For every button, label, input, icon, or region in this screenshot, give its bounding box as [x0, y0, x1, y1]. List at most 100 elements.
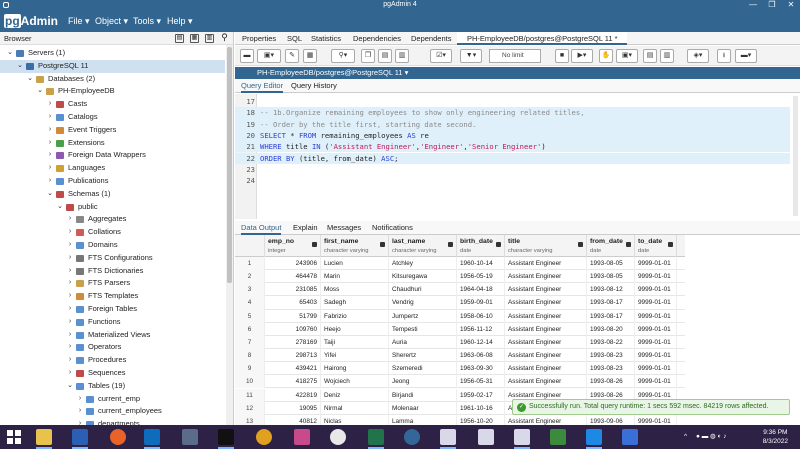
close-button[interactable]: ✕ — [782, 0, 800, 10]
chevron-right-icon[interactable]: › — [66, 316, 74, 329]
table-cell[interactable]: 1960-10-14 — [457, 257, 505, 271]
table-cell[interactable]: Sherertz — [389, 349, 457, 363]
table-cell[interactable]: 9999-01-01 — [635, 270, 677, 284]
delete-icon[interactable]: ▥ — [395, 49, 409, 63]
chrome-icon[interactable] — [256, 429, 272, 445]
chevron-down-icon[interactable]: ⌄ — [66, 380, 74, 393]
code-line[interactable]: 17 — [235, 96, 790, 107]
code-line[interactable]: 24 — [235, 175, 790, 186]
table-cell[interactable]: 9999-01-01 — [635, 335, 677, 350]
row-number[interactable]: 9 — [235, 362, 265, 376]
menu-tools[interactable]: Tools ▾ — [133, 14, 161, 28]
tree-item[interactable]: › Operators — [0, 341, 225, 354]
chevron-right-icon[interactable]: › — [76, 418, 84, 425]
firefox-icon[interactable] — [110, 429, 126, 445]
tab-query-editor[interactable]: Query Editor — [241, 79, 284, 93]
tab-dependents[interactable]: Dependents — [411, 32, 451, 45]
table-cell[interactable]: 1963-06-08 — [457, 349, 505, 363]
table-cell[interactable]: 439421 — [265, 362, 321, 376]
tree-item[interactable]: › Foreign Tables — [0, 303, 225, 316]
tree-item[interactable]: › departments — [0, 418, 225, 425]
chevron-down-icon[interactable]: ⌄ — [36, 85, 44, 98]
table-cell[interactable]: 9999-01-01 — [635, 362, 677, 376]
chevron-right-icon[interactable]: › — [66, 213, 74, 226]
tab-explain[interactable]: Explain — [293, 221, 318, 235]
chevron-down-icon[interactable]: ⌄ — [26, 73, 34, 86]
menu-help[interactable]: Help ▾ — [167, 14, 193, 28]
table-cell[interactable]: 1959-02-17 — [457, 388, 505, 402]
table-cell[interactable]: Hairong — [321, 362, 389, 376]
tree-item[interactable]: › Sequences — [0, 367, 225, 380]
terminal-icon[interactable] — [218, 429, 234, 449]
view-data-icon[interactable]: ▦ — [190, 34, 199, 43]
connection-bar[interactable]: PH-EmployeeDB/postgres@PostgreSQL 11 ▾ — [235, 67, 800, 79]
tree-item[interactable]: › Extensions — [0, 137, 225, 150]
grid-corner[interactable] — [235, 235, 265, 257]
macros-icon[interactable]: ▬▾ — [735, 49, 757, 63]
chevron-right-icon[interactable]: › — [46, 98, 54, 111]
filter-icon[interactable]: ▼▾ — [460, 49, 482, 63]
table-row[interactable]: 3 231085 Moss Chaudhuri 1964-04-18 Assistant … — [235, 283, 685, 297]
code-line[interactable]: 18 -- 1b.Organize remaining employees to … — [235, 107, 790, 119]
success-toast[interactable]: ✓ Successfully run. Total query runtime:… — [512, 399, 790, 415]
pgadmin-window-icon[interactable] — [514, 429, 530, 449]
chevron-right-icon[interactable]: › — [66, 239, 74, 252]
rollback-icon[interactable]: ▥ — [660, 49, 674, 63]
table-cell[interactable]: 422819 — [265, 388, 321, 402]
table-cell[interactable]: 40812 — [265, 414, 321, 425]
table-cell[interactable]: Chaudhuri — [389, 283, 457, 297]
grid-icon[interactable]: ▦ — [303, 49, 317, 63]
tree-item[interactable]: › Event Triggers — [0, 124, 225, 137]
table-cell[interactable]: Assistant Engineer — [505, 335, 587, 350]
explain-analyze-icon[interactable]: ▣▾ — [616, 49, 638, 63]
code-line[interactable]: 20 SELECT * FROM remaining_employees AS r… — [235, 129, 790, 142]
table-cell[interactable]: Yifei — [321, 349, 389, 363]
maximize-button[interactable]: ❐ — [763, 0, 781, 10]
row-number[interactable]: 13 — [235, 414, 265, 425]
table-cell[interactable]: 51799 — [265, 309, 321, 323]
column-header-birth-date[interactable]: birth_date date — [457, 235, 505, 257]
minimize-button[interactable]: — — [744, 0, 762, 10]
table-cell[interactable]: 1993-08-12 — [587, 283, 635, 297]
column-header-from-date[interactable]: from_date date — [587, 235, 635, 257]
query-tool-icon[interactable]: ▤ — [175, 34, 184, 43]
chevron-right-icon[interactable]: › — [66, 329, 74, 342]
chevron-right-icon[interactable]: › — [46, 111, 54, 124]
table-row[interactable]: 13 40812 Niclas Lamma 1956-10-20 Assistant En… — [235, 414, 685, 425]
tree-item[interactable]: › current_employees — [0, 405, 225, 418]
table-cell[interactable]: 298713 — [265, 349, 321, 363]
python-icon[interactable] — [404, 429, 420, 445]
editor-scrollbar[interactable] — [793, 96, 798, 216]
table-row[interactable]: 9 439421 Hairong Szemeredi 1963-09-30 Assista… — [235, 362, 685, 376]
tree-item[interactable]: ⌄ PostgreSQL 11 — [0, 59, 225, 73]
tree-item[interactable]: › current_emp — [0, 393, 225, 406]
table-cell[interactable]: 1956-05-31 — [457, 375, 505, 389]
word-icon[interactable] — [72, 429, 88, 449]
execute-icon[interactable]: ▶▾ — [571, 49, 593, 63]
table-row[interactable]: 4 65403 Sadegh Vendrig 1959-09-01 Assistant E… — [235, 296, 685, 310]
table-cell[interactable]: 1993-08-20 — [587, 322, 635, 336]
table-cell[interactable]: Auria — [389, 335, 457, 350]
tab-properties[interactable]: Properties — [242, 32, 276, 45]
browser-scrollbar[interactable] — [226, 45, 233, 425]
row-number[interactable]: 4 — [235, 296, 265, 310]
table-cell[interactable]: 418275 — [265, 375, 321, 389]
browser-scrollbar-thumb[interactable] — [227, 47, 232, 283]
table-cell[interactable]: Atchley — [389, 257, 457, 271]
table-cell[interactable]: Assistant Engineer — [505, 270, 587, 284]
table-cell[interactable]: 1993-08-26 — [587, 375, 635, 389]
table-cell[interactable]: Moss — [321, 283, 389, 297]
row-number[interactable]: 1 — [235, 257, 265, 271]
tree-item[interactable]: › Languages — [0, 162, 225, 175]
table-row[interactable]: 7 278169 Taiji Auria 1960-12-14 Assistant Eng… — [235, 335, 685, 350]
table-cell[interactable]: Taiji — [321, 335, 389, 350]
tree-item[interactable]: ⌄ Servers (1) — [0, 47, 225, 60]
table-cell[interactable]: 9999-01-01 — [635, 375, 677, 389]
table-cell[interactable]: 9999-01-01 — [635, 349, 677, 363]
chevron-right-icon[interactable]: › — [66, 226, 74, 239]
table-cell[interactable]: 1993-08-17 — [587, 296, 635, 310]
explain-icon[interactable]: ✋ — [599, 49, 613, 63]
search-icon[interactable]: ⚲ — [220, 33, 229, 43]
menu-file[interactable]: File ▾ — [68, 14, 90, 28]
windows-start-icon[interactable] — [6, 429, 22, 445]
